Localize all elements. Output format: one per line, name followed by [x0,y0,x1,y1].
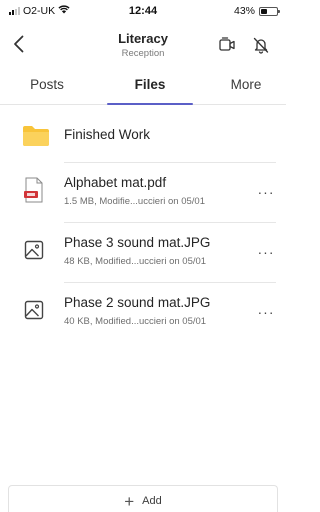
row-divider [64,162,276,163]
battery-level [261,8,267,14]
tab-more[interactable]: More [210,70,282,104]
channel-title: Literacy [118,31,168,46]
add-label: Add [142,495,162,507]
status-right: 43% [233,5,280,17]
tab-files[interactable]: Files [101,70,199,105]
more-options-button[interactable]: ··· [256,184,276,200]
folder-icon [22,124,50,148]
file-meta: 48 KB, Modified...uccieri on 05/01 [64,256,207,267]
pdf-file-icon [22,176,46,204]
plus-icon: + [124,491,135,511]
file-name: Alphabet mat.pdf [64,175,167,190]
status-bar: O2-UK 12:44 43% [0,0,286,22]
active-tab-indicator [107,102,193,105]
list-item-file[interactable]: Phase 3 sound mat.JPG 48 KB, Modified...… [0,226,286,278]
teams-channel-files-screen: O2-UK 12:44 43% Literacy Reception Posts… [0,0,286,512]
meet-now-button[interactable] [216,34,238,56]
tab-more-label: More [230,77,262,92]
image-file-icon [22,238,46,262]
file-meta: 40 KB, Modified...uccieri on 05/01 [64,316,207,327]
battery-icon [259,6,280,16]
header: Literacy Reception [0,24,286,64]
list-item-file[interactable]: Phase 2 sound mat.JPG 40 KB, Modified...… [0,286,286,338]
tab-posts-label: Posts [30,77,64,92]
more-options-button[interactable]: ··· [256,304,276,320]
list-item-folder[interactable]: Finished Work [0,114,286,158]
file-name: Phase 2 sound mat.JPG [64,295,211,310]
channel-tabs: Posts Files More [0,70,286,105]
row-divider [64,222,276,223]
file-name: Phase 3 sound mat.JPG [64,235,211,250]
more-options-button[interactable]: ··· [256,244,276,260]
row-divider [64,282,276,283]
channel-title-block[interactable]: Literacy Reception [0,31,286,59]
file-name: Finished Work [64,127,151,142]
team-subtitle: Reception [121,48,165,59]
image-file-icon [22,298,46,322]
notifications-off-button[interactable] [250,34,272,56]
list-item-file[interactable]: Alphabet mat.pdf 1.5 MB, Modifie...uccie… [0,166,286,218]
tab-files-label: Files [134,77,166,92]
tab-posts[interactable]: Posts [10,70,84,104]
file-meta: 1.5 MB, Modifie...uccieri on 05/01 [64,196,205,207]
battery-percent: 43% [233,5,255,17]
video-call-icon [219,37,235,51]
add-file-button[interactable]: + Add [8,485,278,512]
bell-off-icon [253,37,269,54]
